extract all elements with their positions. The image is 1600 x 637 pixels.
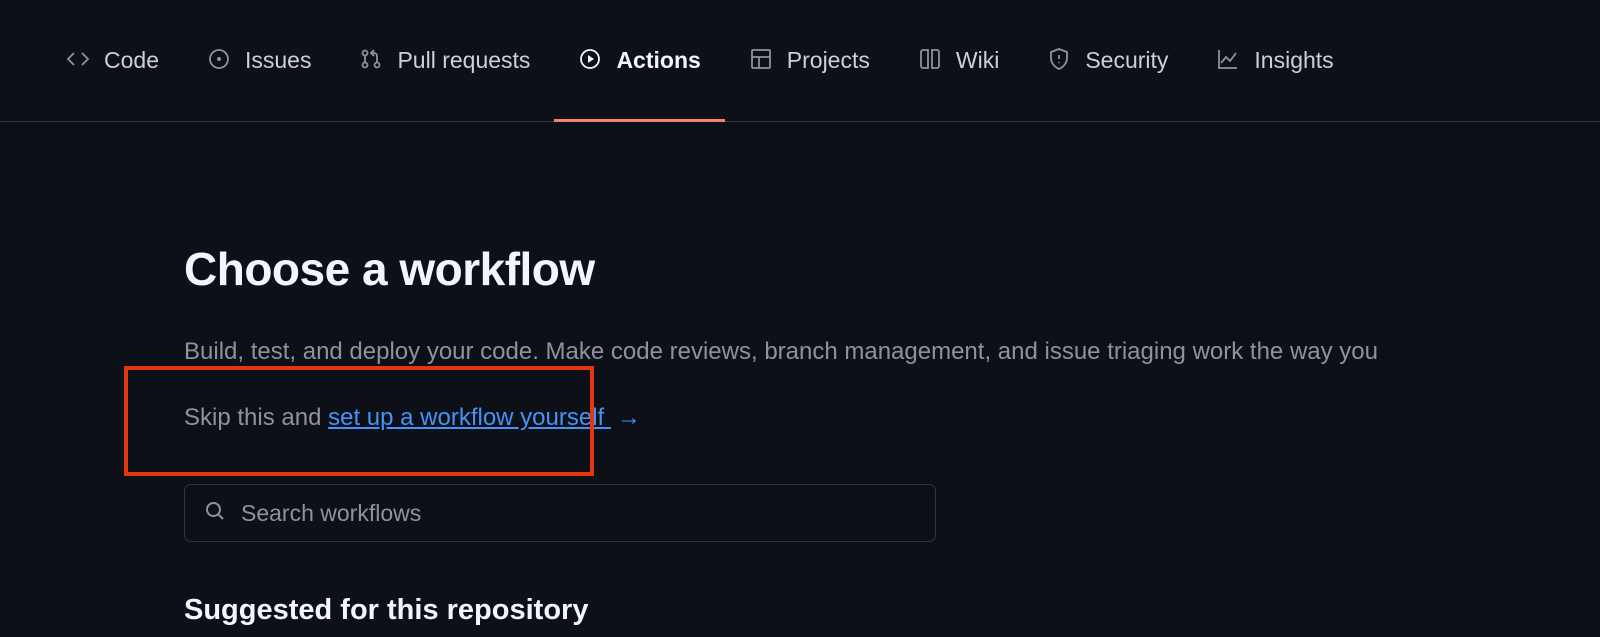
setup-workflow-link[interactable]: set up a workflow yourself: [328, 404, 611, 431]
shield-icon: [1047, 47, 1071, 75]
tab-label: Issues: [245, 49, 311, 72]
tab-pull-requests[interactable]: Pull requests: [335, 0, 554, 121]
arrow-right-icon: →: [617, 404, 641, 431]
skip-prefix: Skip this and: [184, 404, 328, 431]
tab-label: Security: [1085, 49, 1168, 72]
search-input[interactable]: [241, 500, 917, 527]
page-title: Choose a workflow: [184, 242, 1600, 296]
skip-line: Skip this and set up a workflow yourself…: [184, 400, 1600, 436]
table-icon: [749, 47, 773, 75]
book-icon: [918, 47, 942, 75]
graph-icon: [1216, 47, 1240, 75]
code-icon: [66, 47, 90, 75]
search-icon: [203, 499, 227, 528]
main-content: Choose a workflow Build, test, and deplo…: [0, 122, 1600, 627]
suggested-heading: Suggested for this repository: [184, 594, 1600, 627]
repo-nav: Code Issues Pull requests Actions Projec…: [0, 0, 1600, 122]
tab-label: Code: [104, 49, 159, 72]
tab-projects[interactable]: Projects: [725, 0, 894, 121]
search-workflows-field[interactable]: [184, 484, 936, 542]
tab-wiki[interactable]: Wiki: [894, 0, 1023, 121]
tab-issues[interactable]: Issues: [183, 0, 335, 121]
tab-insights[interactable]: Insights: [1192, 0, 1357, 121]
tab-actions[interactable]: Actions: [554, 0, 724, 121]
play-circle-icon: [578, 47, 602, 75]
page-description: Build, test, and deploy your code. Make …: [184, 334, 1600, 370]
tab-label: Actions: [616, 49, 700, 72]
tab-label: Pull requests: [397, 49, 530, 72]
tab-security[interactable]: Security: [1023, 0, 1192, 121]
tab-code[interactable]: Code: [42, 0, 183, 121]
issue-icon: [207, 47, 231, 75]
tab-label: Insights: [1254, 49, 1333, 72]
tab-label: Projects: [787, 49, 870, 72]
tab-label: Wiki: [956, 49, 999, 72]
git-pull-request-icon: [359, 47, 383, 75]
